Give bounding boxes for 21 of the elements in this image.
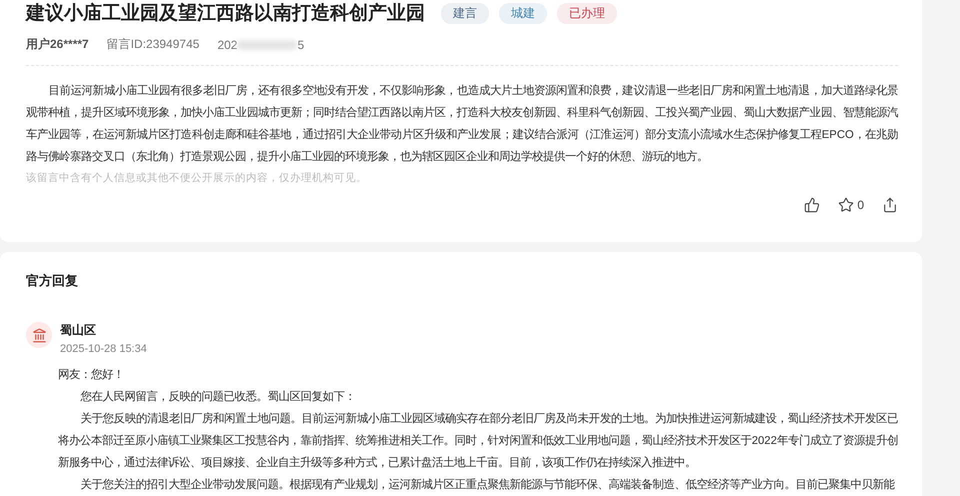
share-button[interactable] bbox=[882, 197, 898, 213]
building-icon bbox=[32, 328, 46, 342]
user-name: 用户26****7 bbox=[26, 36, 89, 53]
reply-greeting: 网友：您好！ bbox=[58, 368, 125, 383]
like-button[interactable] bbox=[804, 197, 820, 213]
blurred-date bbox=[237, 40, 298, 50]
section-heading: 官方回复 bbox=[26, 272, 79, 290]
category-tag: 城建 bbox=[499, 2, 547, 24]
message-body: 目前运河新城小庙工业园有很多老旧厂房，还有很多空地没有开发，不仅影响形象，也造成大片土地资源闲置和浪费，建议清退一些老旧厂房和闲置土地清退，加大道路绿化景观带种植，提升区域环境形象，加快小庙工业园城市更新；同时结合望江西路以南片区，打造科大校友创新园、科里科气创新园、工投兴蜀产业园、蜀山大数据产业园、智慧能源汽车产业园等，在运河新城片区打造科创走廊和硅谷基地，通过招引大企业带动片区升级和产业发展；建议结合派河（江淮运河）部分支流小流域水生态保护修复工程EPCO，在兆勋路与佛岭寨路交叉口（东北角）打造景观公园，提升小庙工业园的环境形象，也为辖区园区企业和周边学校提供一个好的休憩、游玩的地方。 bbox=[26, 83, 898, 165]
privacy-note: 该留言中含有个人信息或其他不便公开展示的内容，仅办理机构可见。 bbox=[26, 171, 368, 185]
reply-paragraph: 关于您关注的招引大型企业带动发展问题。根据现有产业规划，运河新城片区正重点聚焦新能源与节能环保、高端装备制造、低空经济等产业方向。目前已聚集中贝新能 bbox=[80, 477, 896, 493]
message-id: 留言ID:23949745 bbox=[106, 36, 200, 53]
responder-name: 蜀山区 bbox=[60, 322, 97, 339]
date-start: 202 bbox=[217, 38, 238, 52]
message-title: 建议小庙工业园及望江西路以南打造科创产业园 bbox=[26, 2, 425, 26]
reply-paragraph: 关于您反映的清退老旧厂房和闲置土地问题。目前运河新城小庙工业园区域确实存在部分老旧厂房及尚未开发的土地。为加快推进运河新城建设，蜀山经济技术开发区已将办公本部迁至原小庙镇工业聚集区工投慧谷内，靠前指挥、统筹推进相关工作。同时，针对闲置和低效工业用地问题，蜀山经济技术开发区于2022年专门成立了资源提升创新服务中心，通过法律诉讼、项目嫁接、企业自主升级等多种方式，已累计盘活土地上千亩。目前，该项工作仍在持续深入推进中。 bbox=[58, 411, 898, 471]
reply-time: 2025-10-28 15:34 bbox=[60, 343, 147, 355]
category-tag: 建言 bbox=[441, 2, 489, 24]
date-end: 5 bbox=[297, 38, 304, 52]
reply-paragraph: 您在人民网留言，反映的问题已收悉。蜀山区回复如下： bbox=[80, 389, 357, 405]
category-tag: 已办理 bbox=[557, 2, 617, 24]
